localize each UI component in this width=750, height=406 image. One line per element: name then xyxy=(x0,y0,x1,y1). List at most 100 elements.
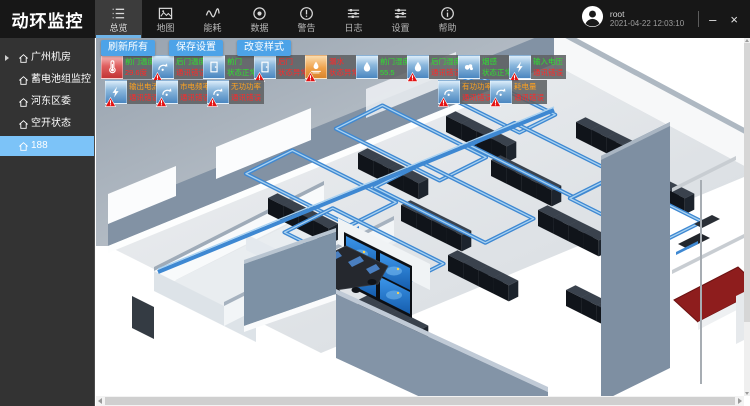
sensor-widget[interactable]: 后门状态异常 xyxy=(254,55,311,79)
sensor-value: 通讯错误 xyxy=(231,92,263,103)
refresh-all-button[interactable]: 刷新所有 xyxy=(101,40,155,56)
sensor-widget[interactable]: 前门状态正常 xyxy=(203,55,260,79)
tab-label: 设置 xyxy=(391,23,409,33)
leak-icon xyxy=(305,55,327,79)
tab-help[interactable]: 帮助 xyxy=(424,0,471,38)
smoke-icon xyxy=(458,55,480,79)
scroll-down-icon[interactable] xyxy=(745,392,749,395)
sensor-widget[interactable]: 输出电流通讯错误 xyxy=(105,80,162,104)
sensor-widget[interactable]: 耗电量通讯错误 xyxy=(490,80,547,104)
login-timestamp: 2021-04-22 12:03:10 xyxy=(610,19,684,29)
alarm-icon xyxy=(407,69,418,79)
list-icon xyxy=(111,6,126,21)
sidebar-item-label: 河东区委 xyxy=(31,92,71,112)
home-icon xyxy=(19,142,28,151)
droplet-icon xyxy=(356,55,378,79)
close-button[interactable]: × xyxy=(730,13,738,26)
sensor-widget[interactable]: 有功功率通讯错误 xyxy=(438,80,495,104)
alarm-icon xyxy=(490,94,501,104)
tab-settings[interactable]: 设置 xyxy=(377,0,424,38)
sidebar-item-188[interactable]: 188 xyxy=(0,136,94,156)
alarm-icon xyxy=(156,94,167,104)
sensor-label: 输入电压 xyxy=(533,56,565,67)
vertical-scrollbar-thumb[interactable] xyxy=(744,43,750,322)
sidebar-item-label: 188 xyxy=(31,136,48,156)
sensor-text: 耗电量通讯错误 xyxy=(512,80,547,104)
map-icon xyxy=(158,6,173,21)
window-controls: – × xyxy=(709,0,738,38)
sidebar-item-guangzhou-jifang[interactable]: 广州机房 xyxy=(0,48,94,68)
user-area[interactable]: root 2021-04-22 12:03:10 xyxy=(581,0,684,38)
tab-logs[interactable]: 日志 xyxy=(330,0,377,38)
tab-data[interactable]: 数据 xyxy=(236,0,283,38)
droplet-icon xyxy=(407,55,429,79)
horizontal-scrollbar[interactable] xyxy=(96,396,744,406)
tab-energy[interactable]: 能耗 xyxy=(189,0,236,38)
tab-alerts[interactable]: 警告 xyxy=(283,0,330,38)
app-title: 动环监控 xyxy=(0,0,95,38)
home-icon xyxy=(19,54,28,63)
user-meta: root 2021-04-22 12:03:10 xyxy=(610,9,684,29)
settings-icon xyxy=(393,6,408,21)
sensor-text: 输入电压通讯错误 xyxy=(531,55,566,79)
sensor-widget[interactable]: 后门湿度通讯错误 xyxy=(407,55,464,79)
tab-label: 地图 xyxy=(156,23,174,33)
power-icon xyxy=(105,80,127,104)
sidebar-item-hedong-quwei[interactable]: 河东区委 xyxy=(0,92,94,112)
sidebar-item-label: 蓄电池组监控 xyxy=(31,70,91,90)
topbar-spacer xyxy=(471,0,581,38)
door-icon xyxy=(254,55,276,79)
tab-label: 帮助 xyxy=(438,23,456,33)
door-icon xyxy=(203,55,225,79)
topbar: 动环监控 总览 地图 能耗数据 警告 日志 设置 帮助 root 2021-04-22 12… xyxy=(0,0,750,38)
energy-icon xyxy=(205,6,220,21)
help-icon xyxy=(440,6,455,21)
user-name: root xyxy=(610,9,684,19)
sensor-widget[interactable]: 无功功率通讯错误 xyxy=(207,80,264,104)
sensor-value: 通讯错误 xyxy=(514,92,546,103)
tab-label: 警告 xyxy=(297,23,315,33)
sidebar-item-xudianchizu-jiankong[interactable]: 蓄电池组监控 xyxy=(0,70,94,90)
sidebar-item-kongkai-zhuangtai[interactable]: 空开状态 xyxy=(0,114,94,134)
thermometer-icon xyxy=(101,55,123,79)
change-style-button[interactable]: 改变样式 xyxy=(237,40,291,56)
sensor-text: 无功功率通讯错误 xyxy=(229,80,264,104)
sensor-widget[interactable]: 前门温度29.6度 xyxy=(101,55,158,79)
tab-label: 总览 xyxy=(109,23,127,33)
scroll-left-icon[interactable] xyxy=(98,398,102,404)
alarm-icon xyxy=(509,69,520,79)
sensor-value: 通讯错误 xyxy=(533,67,565,78)
sidebar-item-label: 空开状态 xyxy=(31,114,71,134)
vertical-scrollbar[interactable] xyxy=(744,38,750,396)
power-icon xyxy=(509,55,531,79)
tab-label: 数据 xyxy=(250,23,268,33)
scroll-right-icon[interactable] xyxy=(738,398,742,404)
sensor-widget[interactable]: 烟感状态正常 xyxy=(458,55,515,79)
alarm-icon xyxy=(152,69,163,79)
sidebar-item-label: 广州机房 xyxy=(31,48,71,68)
meter-icon xyxy=(152,55,174,79)
main-nav: 总览 地图 能耗数据 警告 日志 设置 帮助 xyxy=(95,0,471,38)
alarm-icon xyxy=(254,69,265,79)
sensor-widget[interactable]: 市电频率通讯错误 xyxy=(156,80,213,104)
home-icon xyxy=(19,76,28,85)
sensor-widget[interactable]: 后门温度通讯错误 xyxy=(152,55,209,79)
sensor-widget[interactable]: 前门湿度55.5 xyxy=(356,55,413,79)
horizontal-scrollbar-thumb[interactable] xyxy=(105,397,735,405)
sensor-label: 耗电量 xyxy=(514,81,546,92)
expand-caret-icon[interactable] xyxy=(5,55,9,61)
sensor-widget[interactable]: 输入电压通讯错误 xyxy=(509,55,566,79)
save-settings-button[interactable]: 保存设置 xyxy=(169,40,223,56)
meter-icon xyxy=(156,80,178,104)
tab-label: 日志 xyxy=(344,23,362,33)
minimize-button[interactable]: – xyxy=(709,13,716,26)
alarm-icon xyxy=(207,94,218,104)
scroll-up-icon[interactable] xyxy=(745,39,749,42)
avatar xyxy=(581,5,604,33)
alert-icon xyxy=(299,6,314,21)
sensor-widget[interactable]: 漏水状态异常 xyxy=(305,55,362,79)
tab-overview[interactable]: 总览 xyxy=(95,0,142,38)
alarm-icon xyxy=(438,94,449,104)
toolbar: 刷新所有保存设置改变样式 xyxy=(101,40,291,56)
tab-map[interactable]: 地图 xyxy=(142,0,189,38)
